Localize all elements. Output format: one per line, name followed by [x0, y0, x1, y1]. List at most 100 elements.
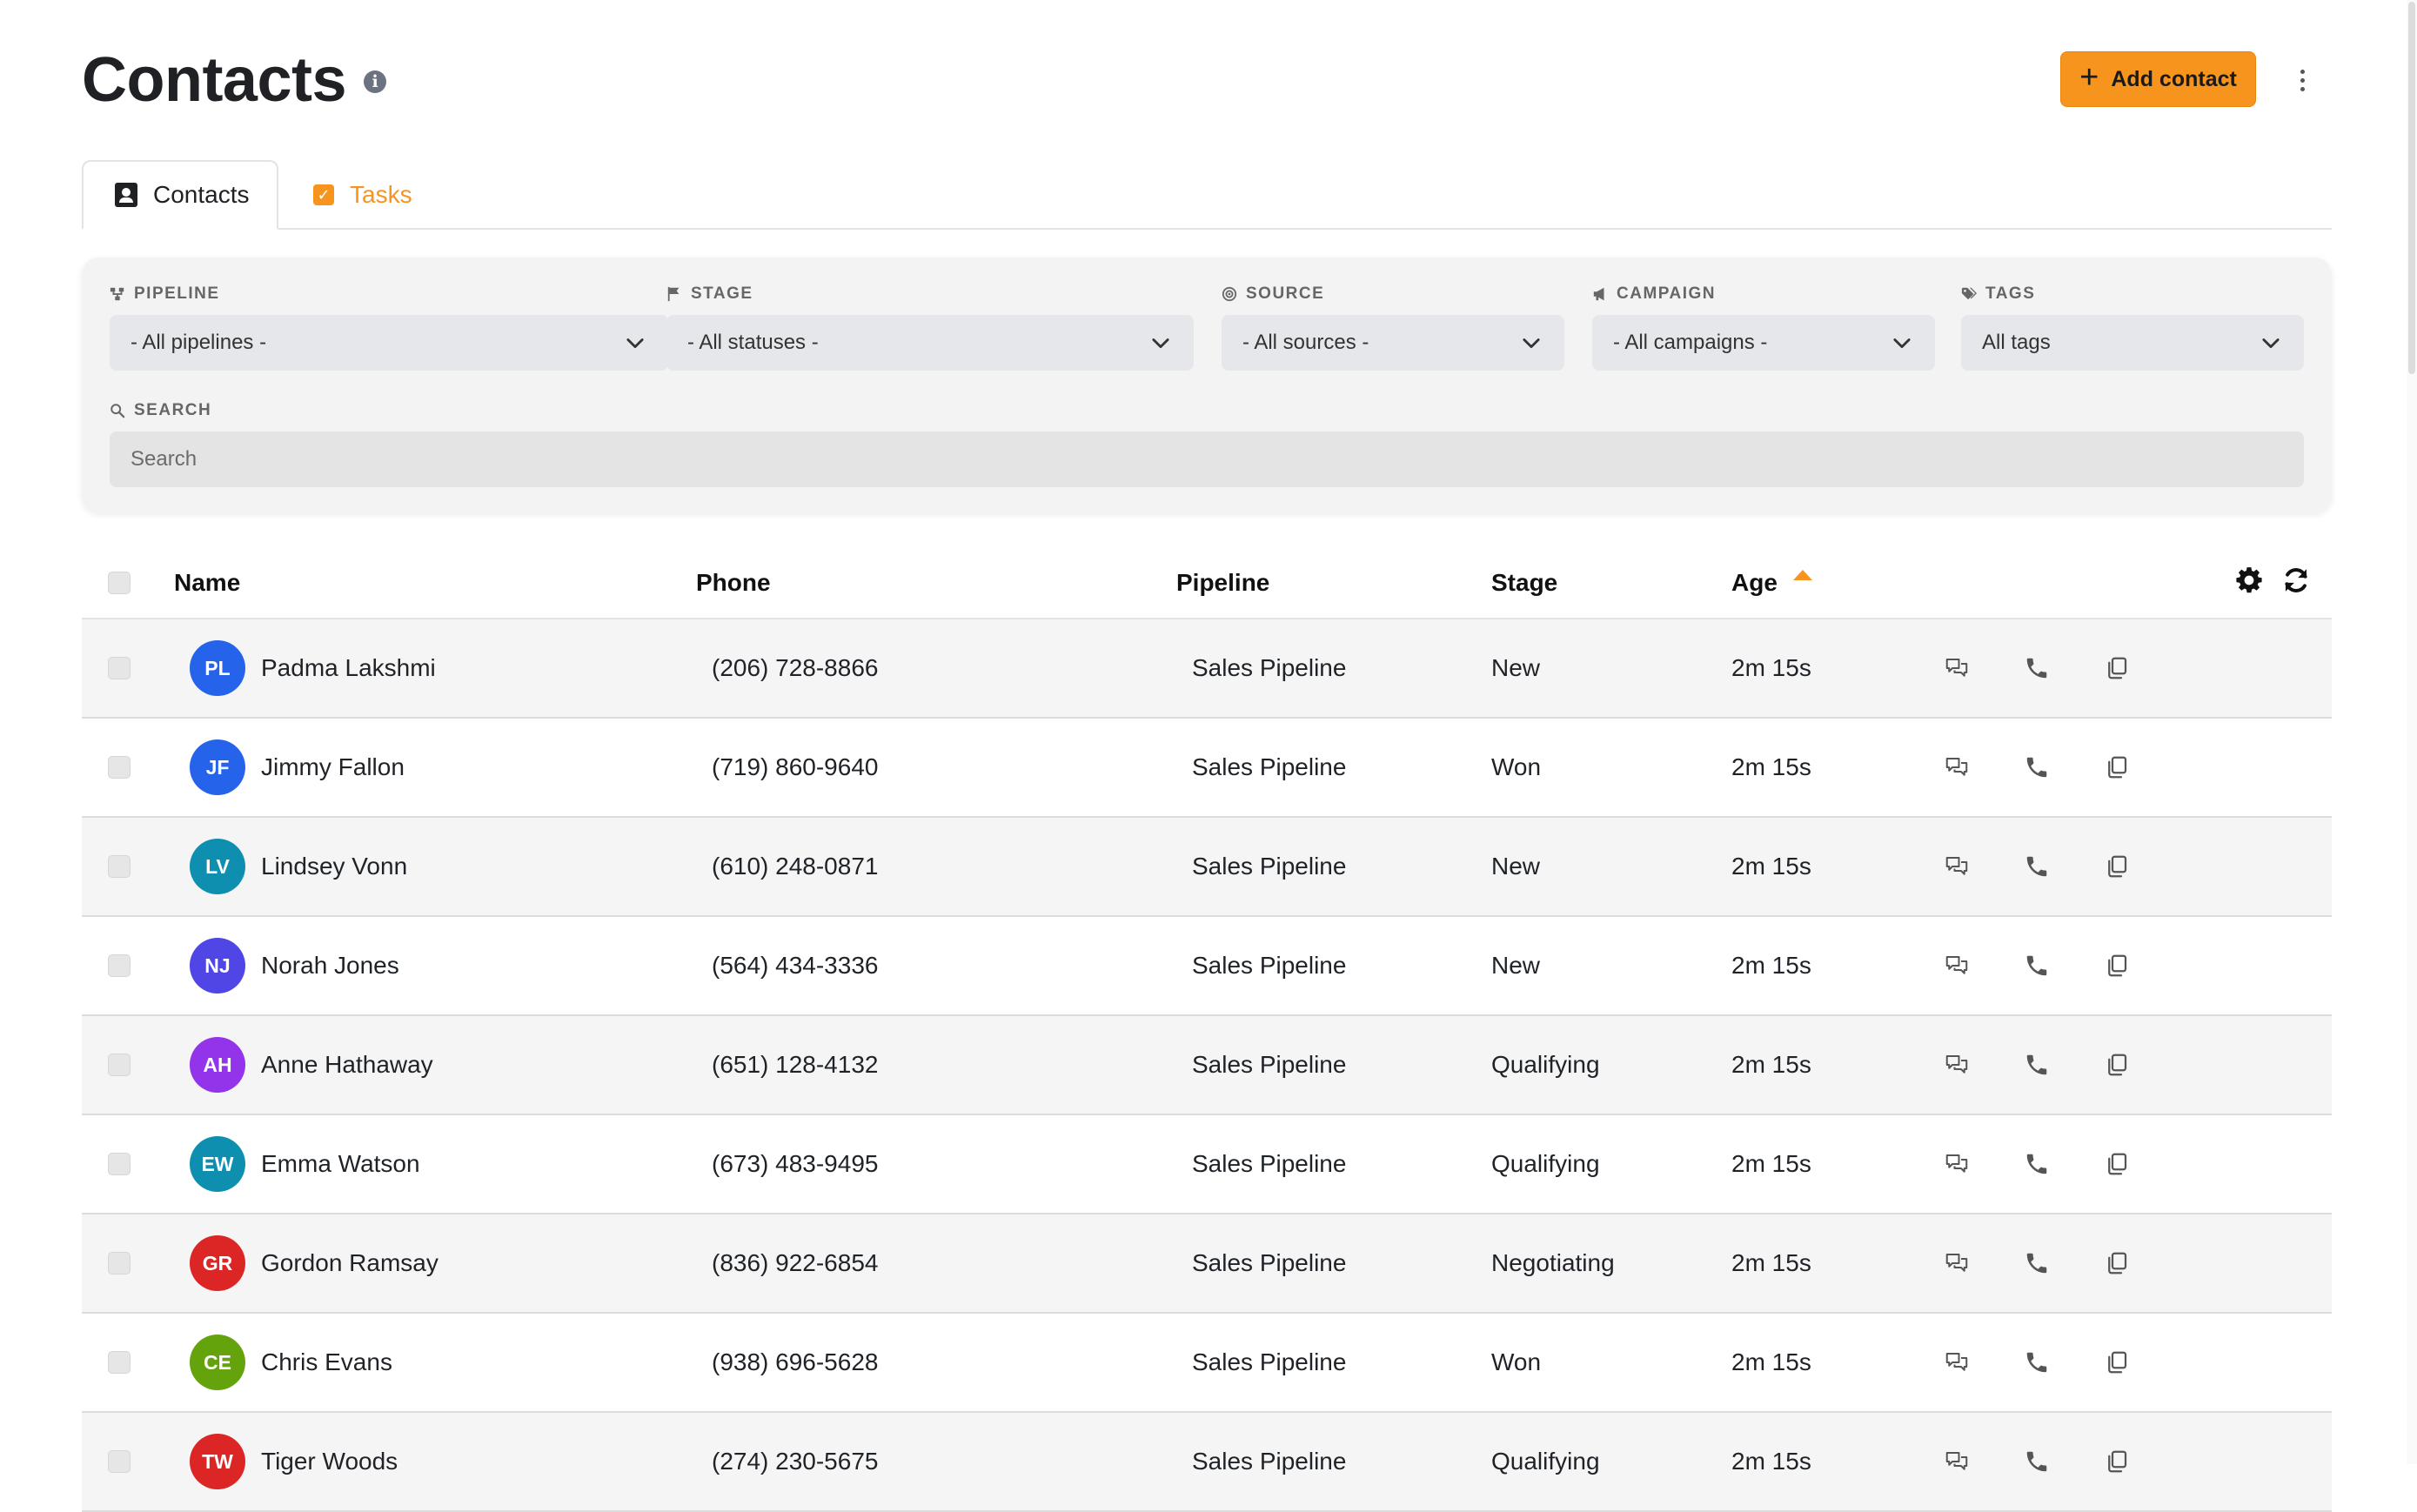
pipeline-select[interactable]: - All pipelines - [110, 315, 668, 371]
table-row[interactable]: NJ Norah Jones (564) 434-3336 Sales Pipelin… [82, 917, 2332, 1016]
table-row[interactable]: CE Chris Evans (938) 696-5628 Sales Pipelin… [82, 1314, 2332, 1413]
pipeline-icon [110, 287, 124, 301]
tab-contacts[interactable]: Contacts [82, 160, 278, 230]
copy-icon[interactable] [2104, 953, 2130, 979]
contact-name[interactable]: Anne Hathaway [261, 1051, 433, 1079]
contact-name[interactable]: Norah Jones [261, 952, 399, 980]
chat-icon[interactable] [1944, 1349, 1970, 1375]
table-body: PL Padma Lakshmi (206) 728-8866 Sales Pipel… [82, 619, 2332, 1512]
contact-name[interactable]: Padma Lakshmi [261, 654, 436, 682]
age-cell: 2m 15s [1731, 1348, 1811, 1375]
contact-name[interactable]: Emma Watson [261, 1150, 420, 1178]
row-select-cell [108, 719, 131, 816]
phone-icon[interactable] [2024, 1250, 2050, 1276]
copy-icon[interactable] [2104, 1250, 2130, 1276]
stage-cell: Negotiating [1491, 1249, 1615, 1276]
age-cell: 2m 15s [1731, 1249, 1811, 1276]
chat-icon[interactable] [1944, 1448, 1970, 1475]
contact-name-cell[interactable]: AH Anne Hathaway [190, 1016, 433, 1114]
gear-icon[interactable] [2234, 565, 2264, 595]
phone-icon[interactable] [2024, 853, 2050, 880]
contact-name[interactable]: Chris Evans [261, 1348, 392, 1376]
more-options-kebab-icon[interactable] [2293, 63, 2311, 97]
contact-card-icon [115, 183, 137, 207]
column-header-name[interactable]: Name [174, 548, 240, 618]
contact-name-cell[interactable]: CE Chris Evans [190, 1314, 392, 1411]
phone-icon[interactable] [2024, 1151, 2050, 1177]
row-checkbox[interactable] [108, 1153, 131, 1175]
stage-select[interactable]: - All statuses - [666, 315, 1194, 371]
chat-icon[interactable] [1944, 754, 1970, 780]
phone-icon[interactable] [2024, 655, 2050, 681]
contact-name-cell[interactable]: NJ Norah Jones [190, 917, 399, 1014]
source-select[interactable]: - All sources - [1222, 315, 1564, 371]
copy-icon[interactable] [2104, 1448, 2130, 1475]
tab-tasks[interactable]: ✓ Tasks [313, 160, 412, 230]
chat-icon[interactable] [1944, 1052, 1970, 1078]
table-row[interactable]: JF Jimmy Fallon (719) 860-9640 Sales Pipeli… [82, 719, 2332, 818]
table-row[interactable]: TW Tiger Woods (274) 230-5675 Sales Pipelin… [82, 1413, 2332, 1512]
chat-icon[interactable] [1944, 1250, 1970, 1276]
page-scrollbar[interactable] [2407, 0, 2417, 1464]
row-checkbox[interactable] [108, 1054, 131, 1076]
contact-name-cell[interactable]: TW Tiger Woods [190, 1413, 398, 1510]
chat-icon[interactable] [1944, 853, 1970, 880]
row-checkbox[interactable] [108, 1252, 131, 1274]
table-row[interactable]: EW Emma Watson (673) 483-9495 Sales Pipelin… [82, 1115, 2332, 1214]
contact-name[interactable]: Lindsey Vonn [261, 853, 407, 880]
pipeline-cell: Sales Pipeline [1192, 1051, 1347, 1078]
phone-icon[interactable] [2024, 953, 2050, 979]
phone-icon[interactable] [2024, 1448, 2050, 1475]
phone-icon[interactable] [2024, 1052, 2050, 1078]
row-checkbox[interactable] [108, 855, 131, 878]
search-icon [110, 404, 125, 418]
column-header-stage[interactable]: Stage [1491, 548, 1557, 618]
row-checkbox[interactable] [108, 1351, 131, 1374]
phone-cell: (564) 434-3336 [712, 952, 879, 979]
row-checkbox[interactable] [108, 1450, 131, 1473]
table-row[interactable]: AH Anne Hathaway (651) 128-4132 Sales Pipel… [82, 1016, 2332, 1115]
copy-icon[interactable] [2104, 1151, 2130, 1177]
chat-icon[interactable] [1944, 1151, 1970, 1177]
chevron-down-icon [1893, 338, 1911, 349]
row-checkbox[interactable] [108, 756, 131, 779]
table-row[interactable]: PL Padma Lakshmi (206) 728-8866 Sales Pipel… [82, 619, 2332, 719]
contact-name[interactable]: Jimmy Fallon [261, 753, 405, 781]
tags-select[interactable]: All tags [1961, 315, 2304, 371]
scrollbar-thumb[interactable] [2408, 2, 2415, 374]
contact-name[interactable]: Gordon Ramsay [261, 1249, 439, 1277]
column-header-phone[interactable]: Phone [696, 548, 771, 618]
refresh-icon[interactable] [2281, 565, 2311, 595]
contact-name-cell[interactable]: PL Padma Lakshmi [190, 619, 436, 717]
contact-name-cell[interactable]: JF Jimmy Fallon [190, 719, 405, 816]
add-contact-button[interactable]: + Add contact [2060, 51, 2256, 107]
contact-name-cell[interactable]: LV Lindsey Vonn [190, 818, 407, 915]
chat-icon[interactable] [1944, 655, 1970, 681]
copy-icon[interactable] [2104, 655, 2130, 681]
column-header-age[interactable]: Age [1731, 548, 1812, 618]
phone-icon[interactable] [2024, 1349, 2050, 1375]
phone-cell: (206) 728-8866 [712, 654, 879, 681]
chat-icon[interactable] [1944, 953, 1970, 979]
row-checkbox[interactable] [108, 657, 131, 679]
search-input[interactable] [110, 432, 2304, 487]
megaphone-icon [1593, 287, 1604, 301]
phone-icon[interactable] [2024, 754, 2050, 780]
copy-icon[interactable] [2104, 853, 2130, 880]
contact-name-cell[interactable]: EW Emma Watson [190, 1115, 420, 1213]
copy-icon[interactable] [2104, 1349, 2130, 1375]
row-checkbox[interactable] [108, 954, 131, 977]
table-row[interactable]: LV Lindsey Vonn (610) 248-0871 Sales Pipeli… [82, 818, 2332, 917]
copy-icon[interactable] [2104, 754, 2130, 780]
contact-name[interactable]: Tiger Woods [261, 1448, 398, 1475]
contact-name-cell[interactable]: GR Gordon Ramsay [190, 1214, 439, 1312]
copy-icon[interactable] [2104, 1052, 2130, 1078]
stage-select-value: - All statuses - [687, 331, 819, 354]
column-header-pipeline[interactable]: Pipeline [1176, 548, 1269, 618]
tab-contacts-label: Contacts [153, 181, 250, 208]
campaign-select[interactable]: - All campaigns - [1592, 315, 1935, 371]
table-row[interactable]: GR Gordon Ramsay (836) 922-6854 Sales Pipel… [82, 1214, 2332, 1314]
select-all-checkbox[interactable] [108, 572, 131, 594]
info-icon[interactable]: i [364, 70, 387, 93]
row-actions [1944, 719, 2130, 816]
